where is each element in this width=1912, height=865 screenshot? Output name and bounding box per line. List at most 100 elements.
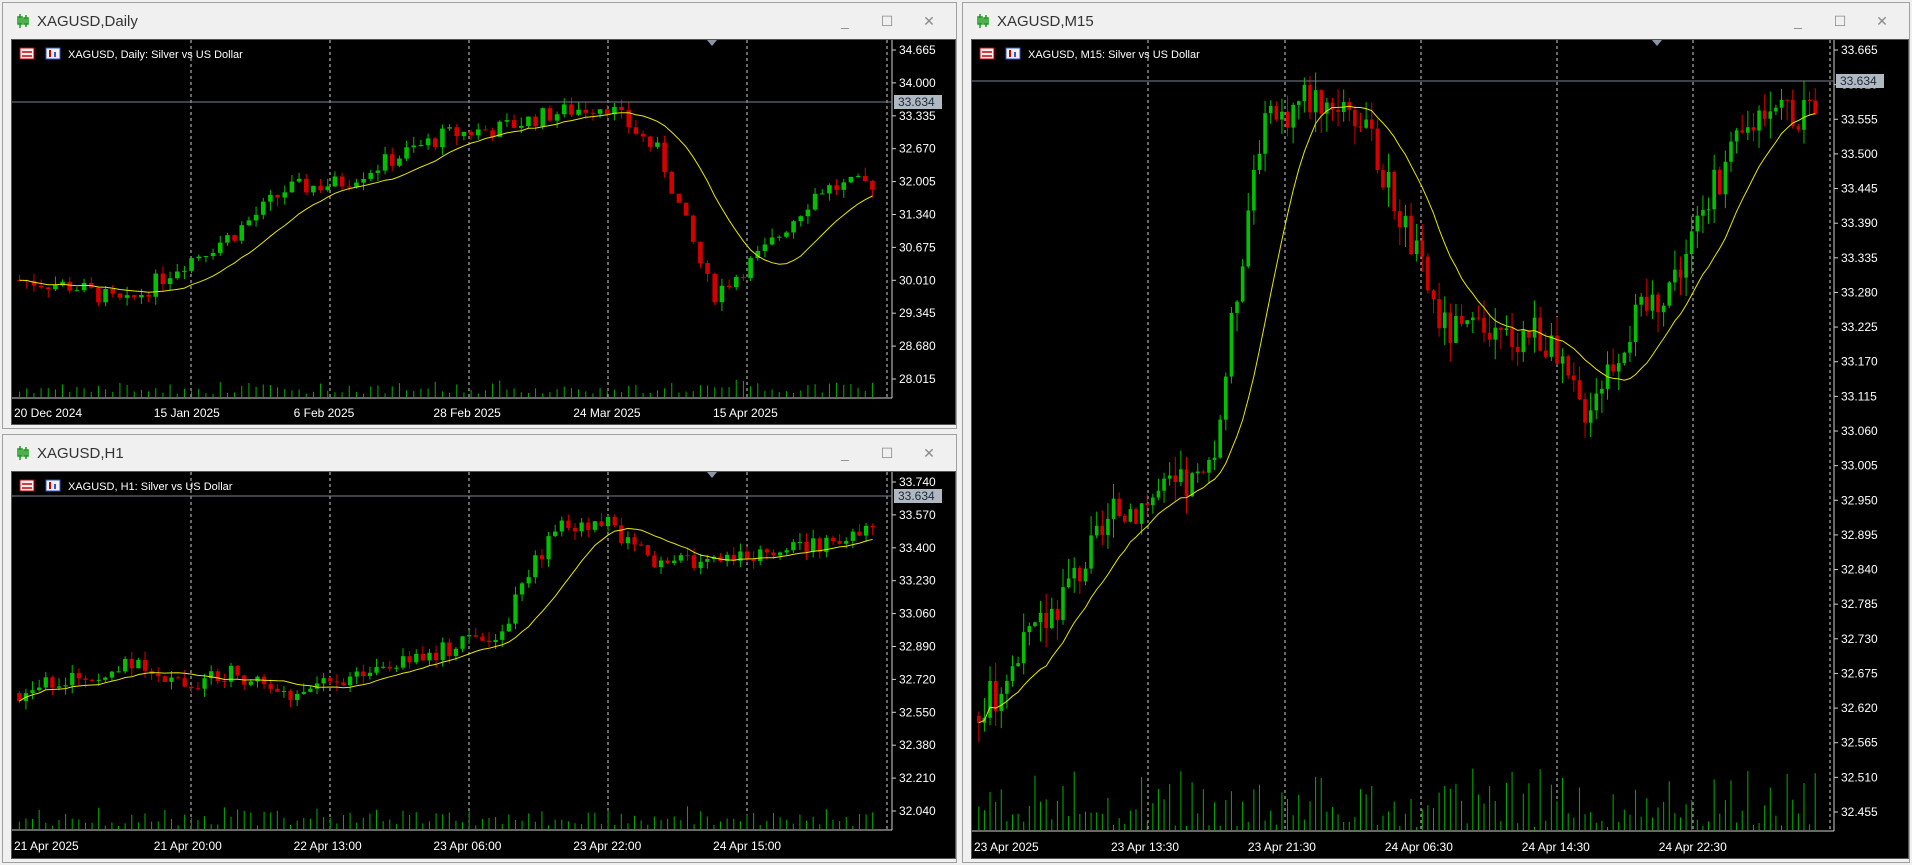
candle-body <box>1600 388 1604 394</box>
candle-body <box>321 678 326 684</box>
chart-m15[interactable]: 33.66533.61033.55533.50033.44533.39033.3… <box>971 39 1909 859</box>
moving-average-line <box>19 112 873 293</box>
candle-body <box>288 691 293 701</box>
candle-body <box>612 516 617 526</box>
candle-body <box>744 551 750 560</box>
candle-body <box>1055 608 1060 620</box>
candle-body <box>1414 240 1419 255</box>
candle-body <box>30 690 35 694</box>
titlebar-m15[interactable]: XAGUSD,M15 _ ☐ ✕ <box>963 3 1909 39</box>
candle-body <box>367 672 373 676</box>
candle-body <box>676 193 682 203</box>
candle-body <box>647 136 653 147</box>
titlebar-h1[interactable]: XAGUSD,H1 _ ☐ ✕ <box>3 435 956 471</box>
x-tick-label: 24 Apr 14:30 <box>1522 840 1590 854</box>
candle-body <box>1695 215 1700 232</box>
titlebar-daily[interactable]: XAGUSD,Daily _ ☐ ✕ <box>3 3 956 39</box>
close-button[interactable]: ✕ <box>908 9 950 33</box>
candle-body <box>268 684 273 689</box>
candle-body <box>771 552 776 556</box>
candle-body <box>741 277 746 279</box>
candle-body <box>553 531 558 537</box>
chart-flag-icon <box>979 47 995 60</box>
candle-body <box>546 536 551 560</box>
minimize-button[interactable]: _ <box>1777 9 1819 33</box>
candle-body <box>160 273 166 285</box>
candle-body <box>518 126 524 128</box>
candlestick-icon <box>17 14 29 28</box>
candle-body <box>850 531 855 541</box>
maximize-button[interactable]: ☐ <box>866 441 908 465</box>
maximize-button[interactable]: ☐ <box>866 9 908 33</box>
minimize-button[interactable]: _ <box>824 441 866 465</box>
y-tick-label: 33.445 <box>1841 182 1878 196</box>
candle-body <box>1122 516 1127 522</box>
candle-body <box>844 540 849 544</box>
window-title: XAGUSD,M15 <box>997 12 1094 30</box>
candle-body <box>1083 568 1088 582</box>
candle-body <box>136 659 141 669</box>
candle-body <box>1190 473 1194 497</box>
window-h1[interactable]: XAGUSD,H1 _ ☐ ✕ 33.740 33.570 33.400 33.230… <box>2 434 957 863</box>
candle-body <box>1229 312 1234 377</box>
candle-body <box>460 636 465 649</box>
candle-body <box>669 171 675 194</box>
y-tick-label: 33.400 <box>899 541 936 555</box>
candle-body <box>387 666 392 669</box>
window-m15[interactable]: XAGUSD,M15 _ ☐ ✕ 33.66533.61033.55533.50… <box>962 2 1910 863</box>
x-tick-label: 24 Mar 2025 <box>573 406 641 420</box>
candle-body <box>473 635 478 637</box>
chart-shift-marker <box>707 472 717 478</box>
candle-body <box>658 560 664 568</box>
y-tick-label: 33.740 <box>899 475 936 489</box>
candle-body <box>1521 330 1526 353</box>
chart-daily[interactable]: 34.665 34.000 33.335 32.670 32.005 31.340 30.6… <box>11 39 956 425</box>
candle-body <box>678 555 683 561</box>
chart-h1[interactable]: 33.740 33.570 33.400 33.230 33.060 32.890 32.7… <box>11 471 956 859</box>
close-button[interactable]: ✕ <box>908 441 950 465</box>
candle-body <box>1689 231 1694 255</box>
candle-body <box>314 683 320 689</box>
maximize-button[interactable]: ☐ <box>1819 9 1861 33</box>
candle-body <box>569 104 574 115</box>
candle-body <box>318 185 323 191</box>
candle-body <box>453 648 459 657</box>
candle-body <box>1358 126 1363 128</box>
candle-body <box>282 192 288 198</box>
candle-body <box>117 293 123 298</box>
x-tick-label: 23 Apr 2025 <box>974 840 1039 854</box>
candle-body <box>182 270 187 272</box>
close-button[interactable]: ✕ <box>1861 9 1903 33</box>
candle-body <box>311 185 316 193</box>
chart-settings-icon <box>45 47 61 60</box>
candle-body <box>260 201 266 215</box>
candle-body <box>1482 317 1486 333</box>
candle-body <box>691 555 697 569</box>
candle-body <box>1746 127 1750 133</box>
y-tick-label: 34.665 <box>899 43 936 57</box>
candle-body <box>129 658 134 669</box>
candle-body <box>1156 490 1161 498</box>
candle-body <box>96 287 101 303</box>
candle-body <box>354 671 359 677</box>
candle-body <box>493 639 498 643</box>
candle-body <box>381 666 386 668</box>
window-daily[interactable]: XAGUSD,Daily _ ☐ ✕ 34.665 34.000 33.335 32.… <box>2 2 957 429</box>
minimize-button[interactable]: _ <box>824 9 866 33</box>
candle-body <box>805 209 811 217</box>
candle-body <box>480 636 485 641</box>
candle-body <box>167 278 173 285</box>
candle-body <box>1465 320 1469 325</box>
candle-body <box>1470 317 1475 321</box>
candle-body <box>382 154 388 171</box>
candle-body <box>222 681 227 683</box>
candle-body <box>468 131 474 136</box>
candle-body <box>81 282 87 291</box>
candle-body <box>1796 126 1801 130</box>
candle-body <box>210 252 216 257</box>
candle-body <box>1802 99 1806 130</box>
candle-body <box>116 671 121 673</box>
y-tick-label: 32.950 <box>1841 493 1878 507</box>
candle-body <box>1717 169 1722 195</box>
chart-symbol-label: XAGUSD, H1: Silver vs US Dollar <box>68 481 233 493</box>
